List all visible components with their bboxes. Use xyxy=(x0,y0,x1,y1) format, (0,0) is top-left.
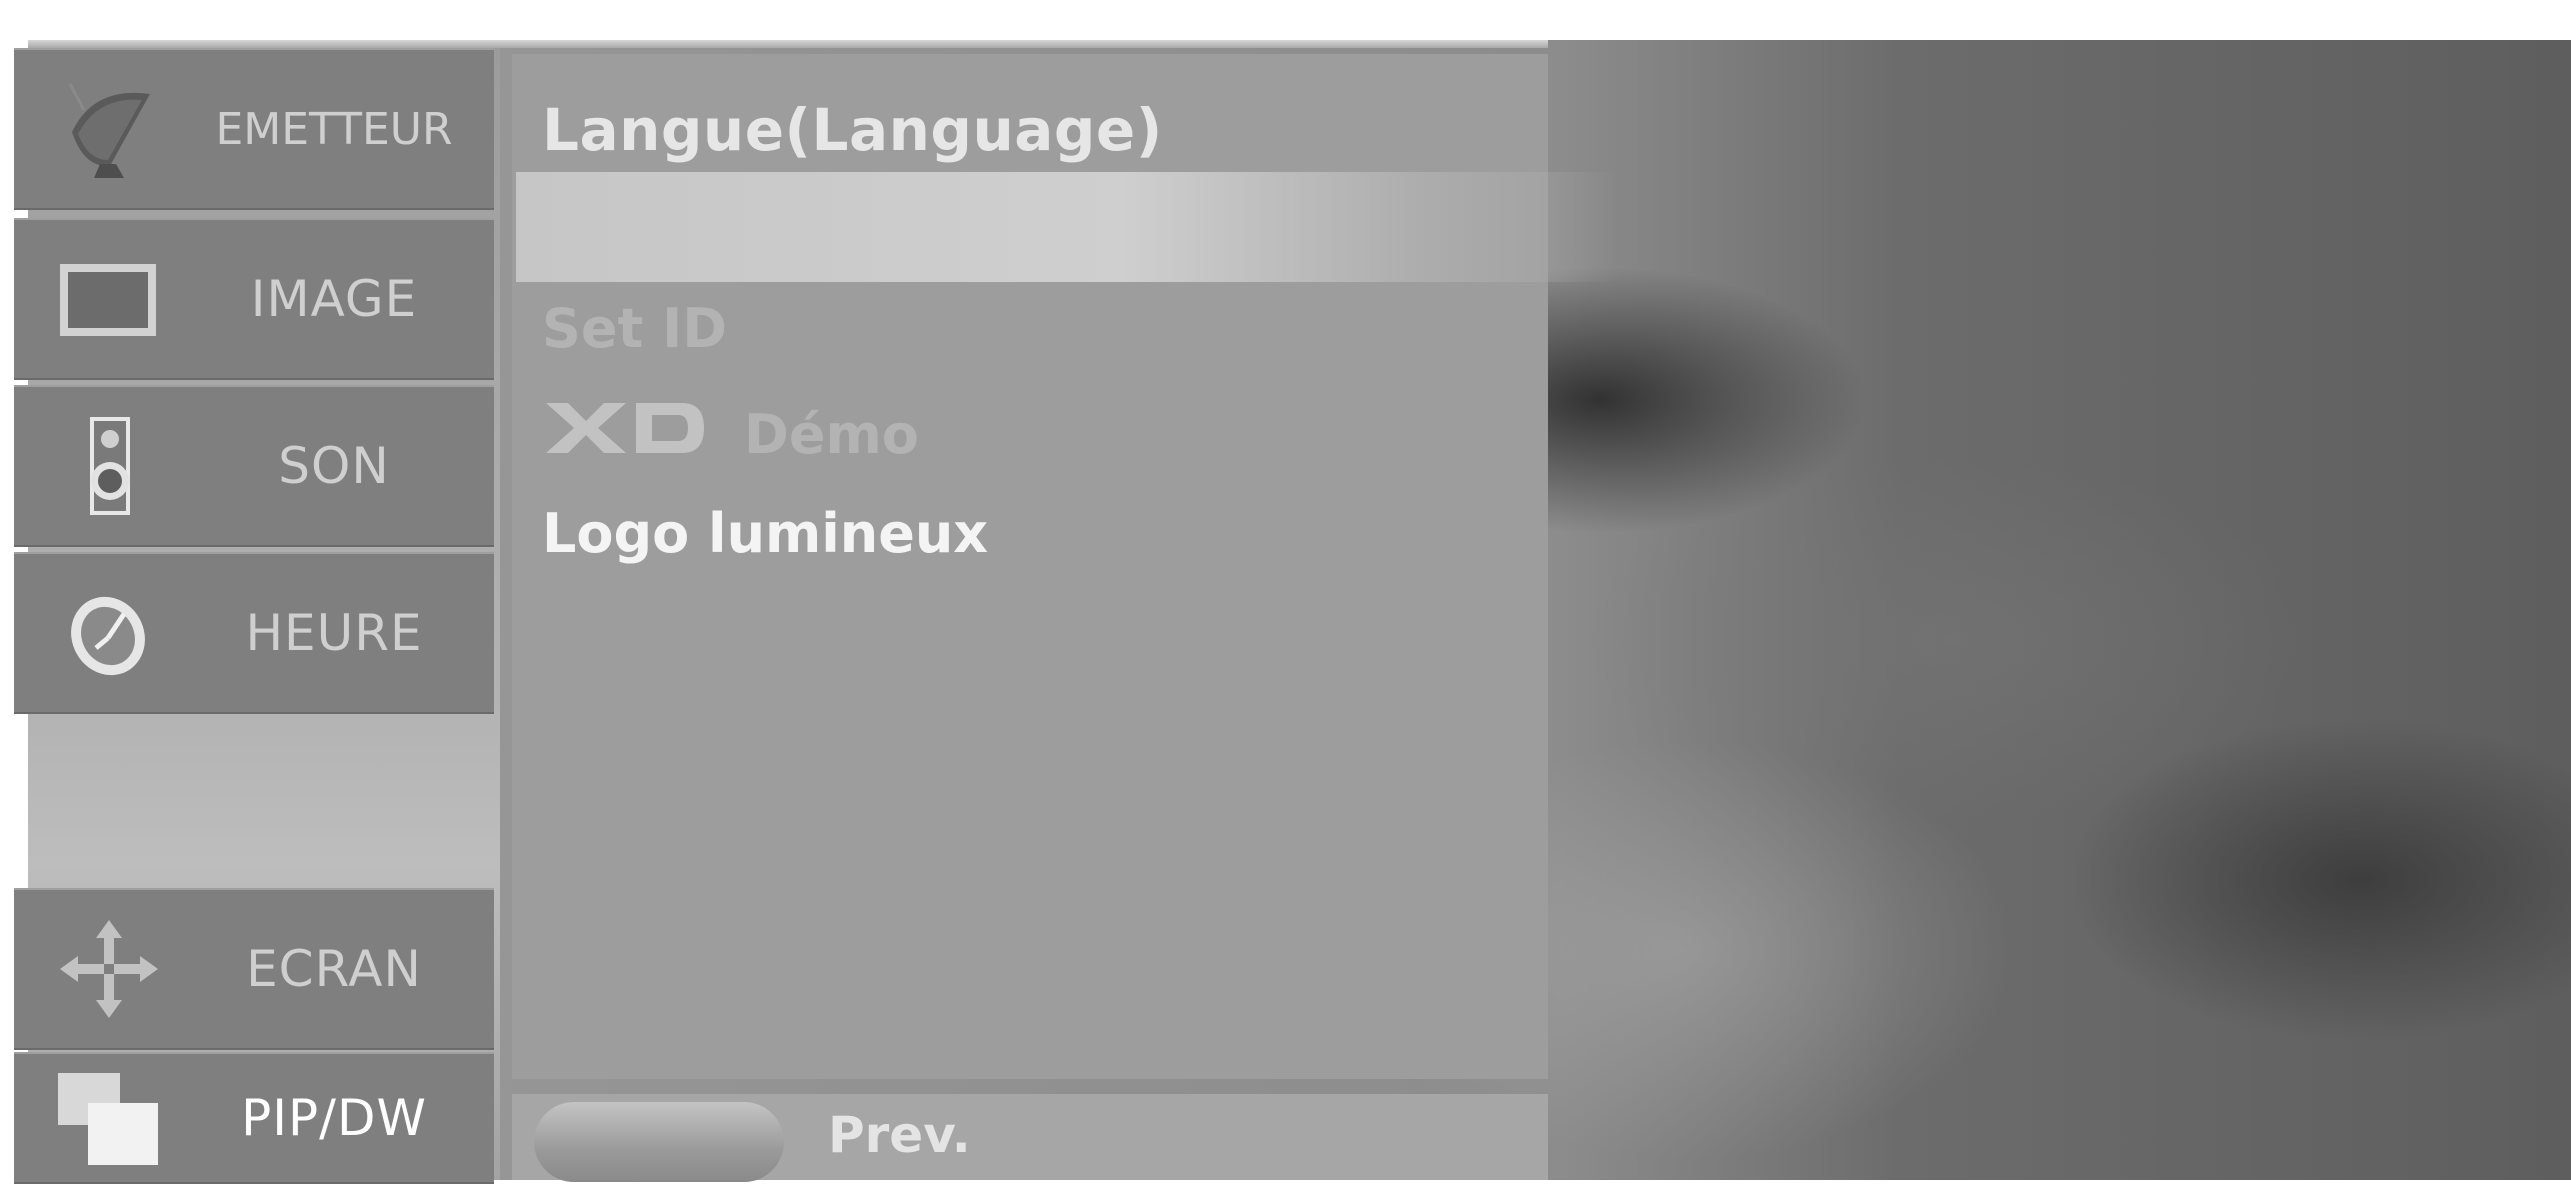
move-arrows-icon xyxy=(54,914,164,1024)
sidebar-item-heure[interactable]: HEURE xyxy=(14,552,494,714)
menu-item-label: Logo lumineux xyxy=(542,502,989,565)
bottom-bar: Prev. xyxy=(512,1094,1548,1182)
sidebar-item-label: EMETTEUR xyxy=(215,103,453,155)
satellite-dish-icon xyxy=(54,74,164,184)
menu-item-label: Démo xyxy=(744,403,919,466)
sidebar-item-image[interactable]: IMAGE xyxy=(14,218,494,380)
sidebar-item-son[interactable]: SON xyxy=(14,385,494,547)
xd-logo-icon xyxy=(542,399,708,470)
menu-item-xd-demo[interactable]: Démo xyxy=(542,399,919,470)
menu-item-set-id[interactable]: Set ID xyxy=(542,297,727,360)
sidebar-item-label: ECRAN xyxy=(246,940,422,998)
page-title: Langue(Language) xyxy=(542,96,1163,164)
speaker-icon xyxy=(54,411,164,521)
tv-screen-icon xyxy=(54,244,164,354)
sidebar-item-label: HEURE xyxy=(245,604,423,662)
sidebar-item-label: IMAGE xyxy=(250,270,418,328)
pip-windows-icon xyxy=(54,1063,164,1173)
prev-label: Prev. xyxy=(828,1106,971,1164)
sidebar-item-label: PIP/DW xyxy=(241,1089,427,1147)
sidebar-item-label: SON xyxy=(278,437,390,495)
sidebar-item-pip-dw[interactable]: PIP/DW xyxy=(14,1052,494,1184)
sidebar-item-emetteur[interactable]: EMETTEUR xyxy=(14,48,494,210)
top-margin xyxy=(0,0,2571,40)
menu-top-border xyxy=(28,40,1548,48)
clock-icon xyxy=(54,578,164,688)
sidebar-item-ecran[interactable]: ECRAN xyxy=(14,888,494,1050)
prev-button[interactable] xyxy=(534,1102,784,1182)
menu-item-label: Set ID xyxy=(542,297,728,360)
menu-item-logo-lumineux[interactable]: Logo lumineux xyxy=(542,502,988,565)
selection-highlight-bar xyxy=(516,172,1616,282)
